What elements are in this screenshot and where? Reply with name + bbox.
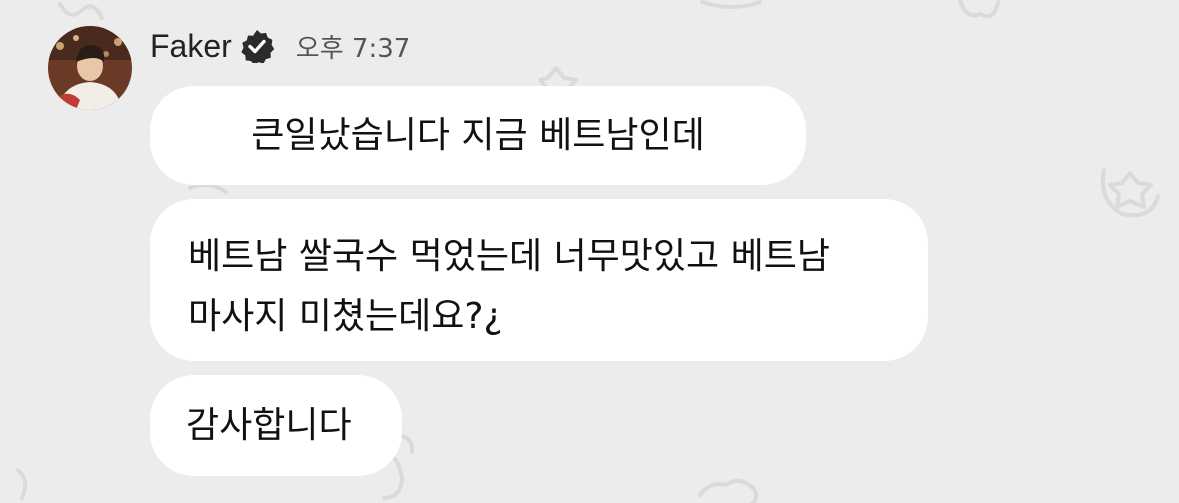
sender-name[interactable]: Faker [150,28,232,65]
message-bubble-2[interactable]: 베트남 쌀국수 먹었는데 너무맛있고 베트남 마사지 미쳤는데요?¿ [150,199,928,361]
message-text: 감사합니다 [186,405,352,446]
message-text: 베트남 쌀국수 먹었는데 너무맛있고 베트남 [188,236,830,277]
profile-photo-icon [48,26,132,110]
message-bubble-1[interactable]: 큰일났습니다 지금 베트남인데 [150,86,806,185]
message-text: 마사지 미쳤는데요?¿ [188,296,503,337]
message-bubble-3[interactable]: 감사합니다 [150,375,402,476]
avatar[interactable] [48,26,132,110]
verified-badge-icon [240,29,274,63]
message-timestamp: 오후 7:37 [295,33,411,64]
message-header: Faker 오후 7:37 [150,20,410,72]
message-text: 큰일났습니다 지금 베트남인데 [251,115,705,156]
